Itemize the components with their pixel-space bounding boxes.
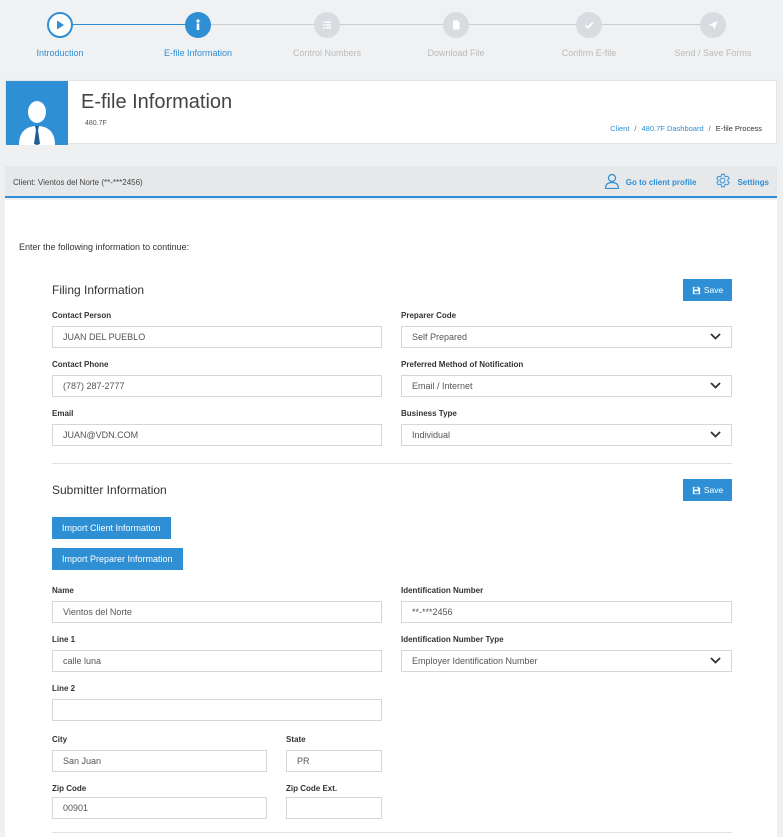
notification-method-label: Preferred Method of Notification	[401, 360, 524, 369]
chevron-down-icon	[710, 332, 721, 342]
contact-person-input[interactable]	[52, 326, 382, 348]
line1-input[interactable]	[52, 650, 382, 672]
form-code: 480.7F	[85, 120, 107, 127]
step-label: Control Numbers	[292, 48, 362, 58]
page-header: E-file Information 480.7F Client / 480.7F …	[5, 80, 777, 145]
preparer-code-select[interactable]: Self Prepared	[401, 326, 732, 348]
zip-code-ext-label: Zip Code Ext.	[286, 784, 338, 793]
section-divider	[52, 463, 732, 464]
step-download-file[interactable]: Download File	[401, 12, 511, 58]
intro-text: Enter the following information to conti…	[19, 242, 190, 252]
filing-save-button[interactable]: Save	[683, 279, 732, 301]
email-field[interactable]	[52, 424, 382, 446]
zip-code-input[interactable]	[52, 797, 267, 819]
select-value: Individual	[412, 430, 451, 440]
city-input[interactable]	[52, 750, 267, 772]
file-icon	[443, 12, 469, 38]
state-input[interactable]	[286, 750, 382, 772]
save-icon	[692, 486, 700, 494]
save-label: Save	[703, 285, 724, 295]
contact-phone-input[interactable]	[52, 375, 382, 397]
state-label: State	[286, 735, 306, 744]
name-input[interactable]	[52, 601, 382, 623]
contact-person-label: Contact Person	[52, 311, 112, 320]
step-control-numbers[interactable]: Control Numbers	[272, 12, 382, 58]
settings-link[interactable]: Settings	[737, 178, 769, 187]
step-label: Confirm E-file	[561, 48, 617, 58]
notification-method-select[interactable]: Email / Internet	[401, 375, 732, 397]
breadcrumb-separator: /	[634, 124, 637, 133]
client-name: Client: Vientos del Norte (**-***2456)	[13, 178, 143, 187]
wizard-steps: Introduction E-file Information Control …	[0, 0, 783, 78]
step-send-save-forms[interactable]: Send / Save Forms	[658, 12, 768, 58]
import-client-information-button[interactable]: Import Client Information	[52, 517, 171, 539]
submitter-information-title: Submitter Information	[52, 483, 167, 497]
identification-number-input[interactable]	[401, 601, 732, 623]
step-label: Introduction	[36, 48, 84, 58]
identification-number-label: Identification Number	[401, 586, 484, 595]
line1-label: Line 1	[52, 635, 76, 644]
breadcrumb-current: E-file Process	[715, 124, 762, 133]
business-type-select[interactable]: Individual	[401, 424, 732, 446]
gear-icon[interactable]	[714, 172, 731, 192]
step-label: E-file Information	[163, 48, 233, 58]
section-divider	[52, 832, 732, 833]
select-value: Employer Identification Number	[412, 656, 538, 666]
check-icon	[576, 12, 602, 38]
business-type-label: Business Type	[401, 409, 457, 418]
play-icon	[47, 12, 73, 38]
name-label: Name	[52, 586, 74, 595]
breadcrumb-dashboard[interactable]: 480.7F Dashboard	[642, 124, 704, 133]
email-label: Email	[52, 409, 74, 418]
city-label: City	[52, 735, 68, 744]
identification-type-label: Identification Number Type	[401, 635, 504, 644]
breadcrumb-separator: /	[708, 124, 711, 133]
filing-information-title: Filing Information	[52, 283, 145, 297]
zip-code-label: Zip Code	[52, 784, 87, 793]
step-label: Send / Save Forms	[674, 48, 752, 58]
breadcrumb: Client / 480.7F Dashboard / E-file Process	[610, 124, 762, 133]
breadcrumb-client[interactable]: Client	[610, 124, 629, 133]
client-bar: Client: Vientos del Norte (**-***2456) G…	[5, 166, 777, 198]
identification-type-select[interactable]: Employer Identification Number	[401, 650, 732, 672]
line2-label: Line 2	[52, 684, 76, 693]
page-title: E-file Information	[81, 91, 233, 113]
user-avatar-icon	[6, 81, 68, 145]
contact-phone-label: Contact Phone	[52, 360, 109, 369]
go-to-client-profile-link[interactable]: Go to client profile	[626, 178, 697, 187]
zip-code-ext-input[interactable]	[286, 797, 382, 819]
client-actions: Go to client profile Settings	[604, 172, 769, 192]
select-value: Email / Internet	[412, 381, 473, 391]
save-label: Save	[703, 485, 724, 495]
send-icon	[700, 12, 726, 38]
select-value: Self Prepared	[412, 332, 468, 342]
chevron-down-icon	[710, 381, 721, 391]
step-confirm-efile[interactable]: Confirm E-file	[534, 12, 644, 58]
step-introduction[interactable]: Introduction	[5, 12, 115, 58]
info-icon	[185, 12, 211, 38]
chevron-down-icon	[710, 656, 721, 666]
list-icon	[314, 12, 340, 38]
import-preparer-information-button[interactable]: Import Preparer Information	[52, 548, 183, 570]
preparer-code-label: Preparer Code	[401, 311, 457, 320]
user-icon[interactable]	[604, 173, 620, 192]
submitter-save-button[interactable]: Save	[683, 479, 732, 501]
chevron-down-icon	[710, 430, 721, 440]
save-icon	[692, 286, 700, 294]
step-label: Download File	[427, 48, 485, 58]
main-panel: Enter the following information to conti…	[5, 200, 777, 837]
step-efile-information[interactable]: E-file Information	[143, 12, 253, 58]
line2-input[interactable]	[52, 699, 382, 721]
